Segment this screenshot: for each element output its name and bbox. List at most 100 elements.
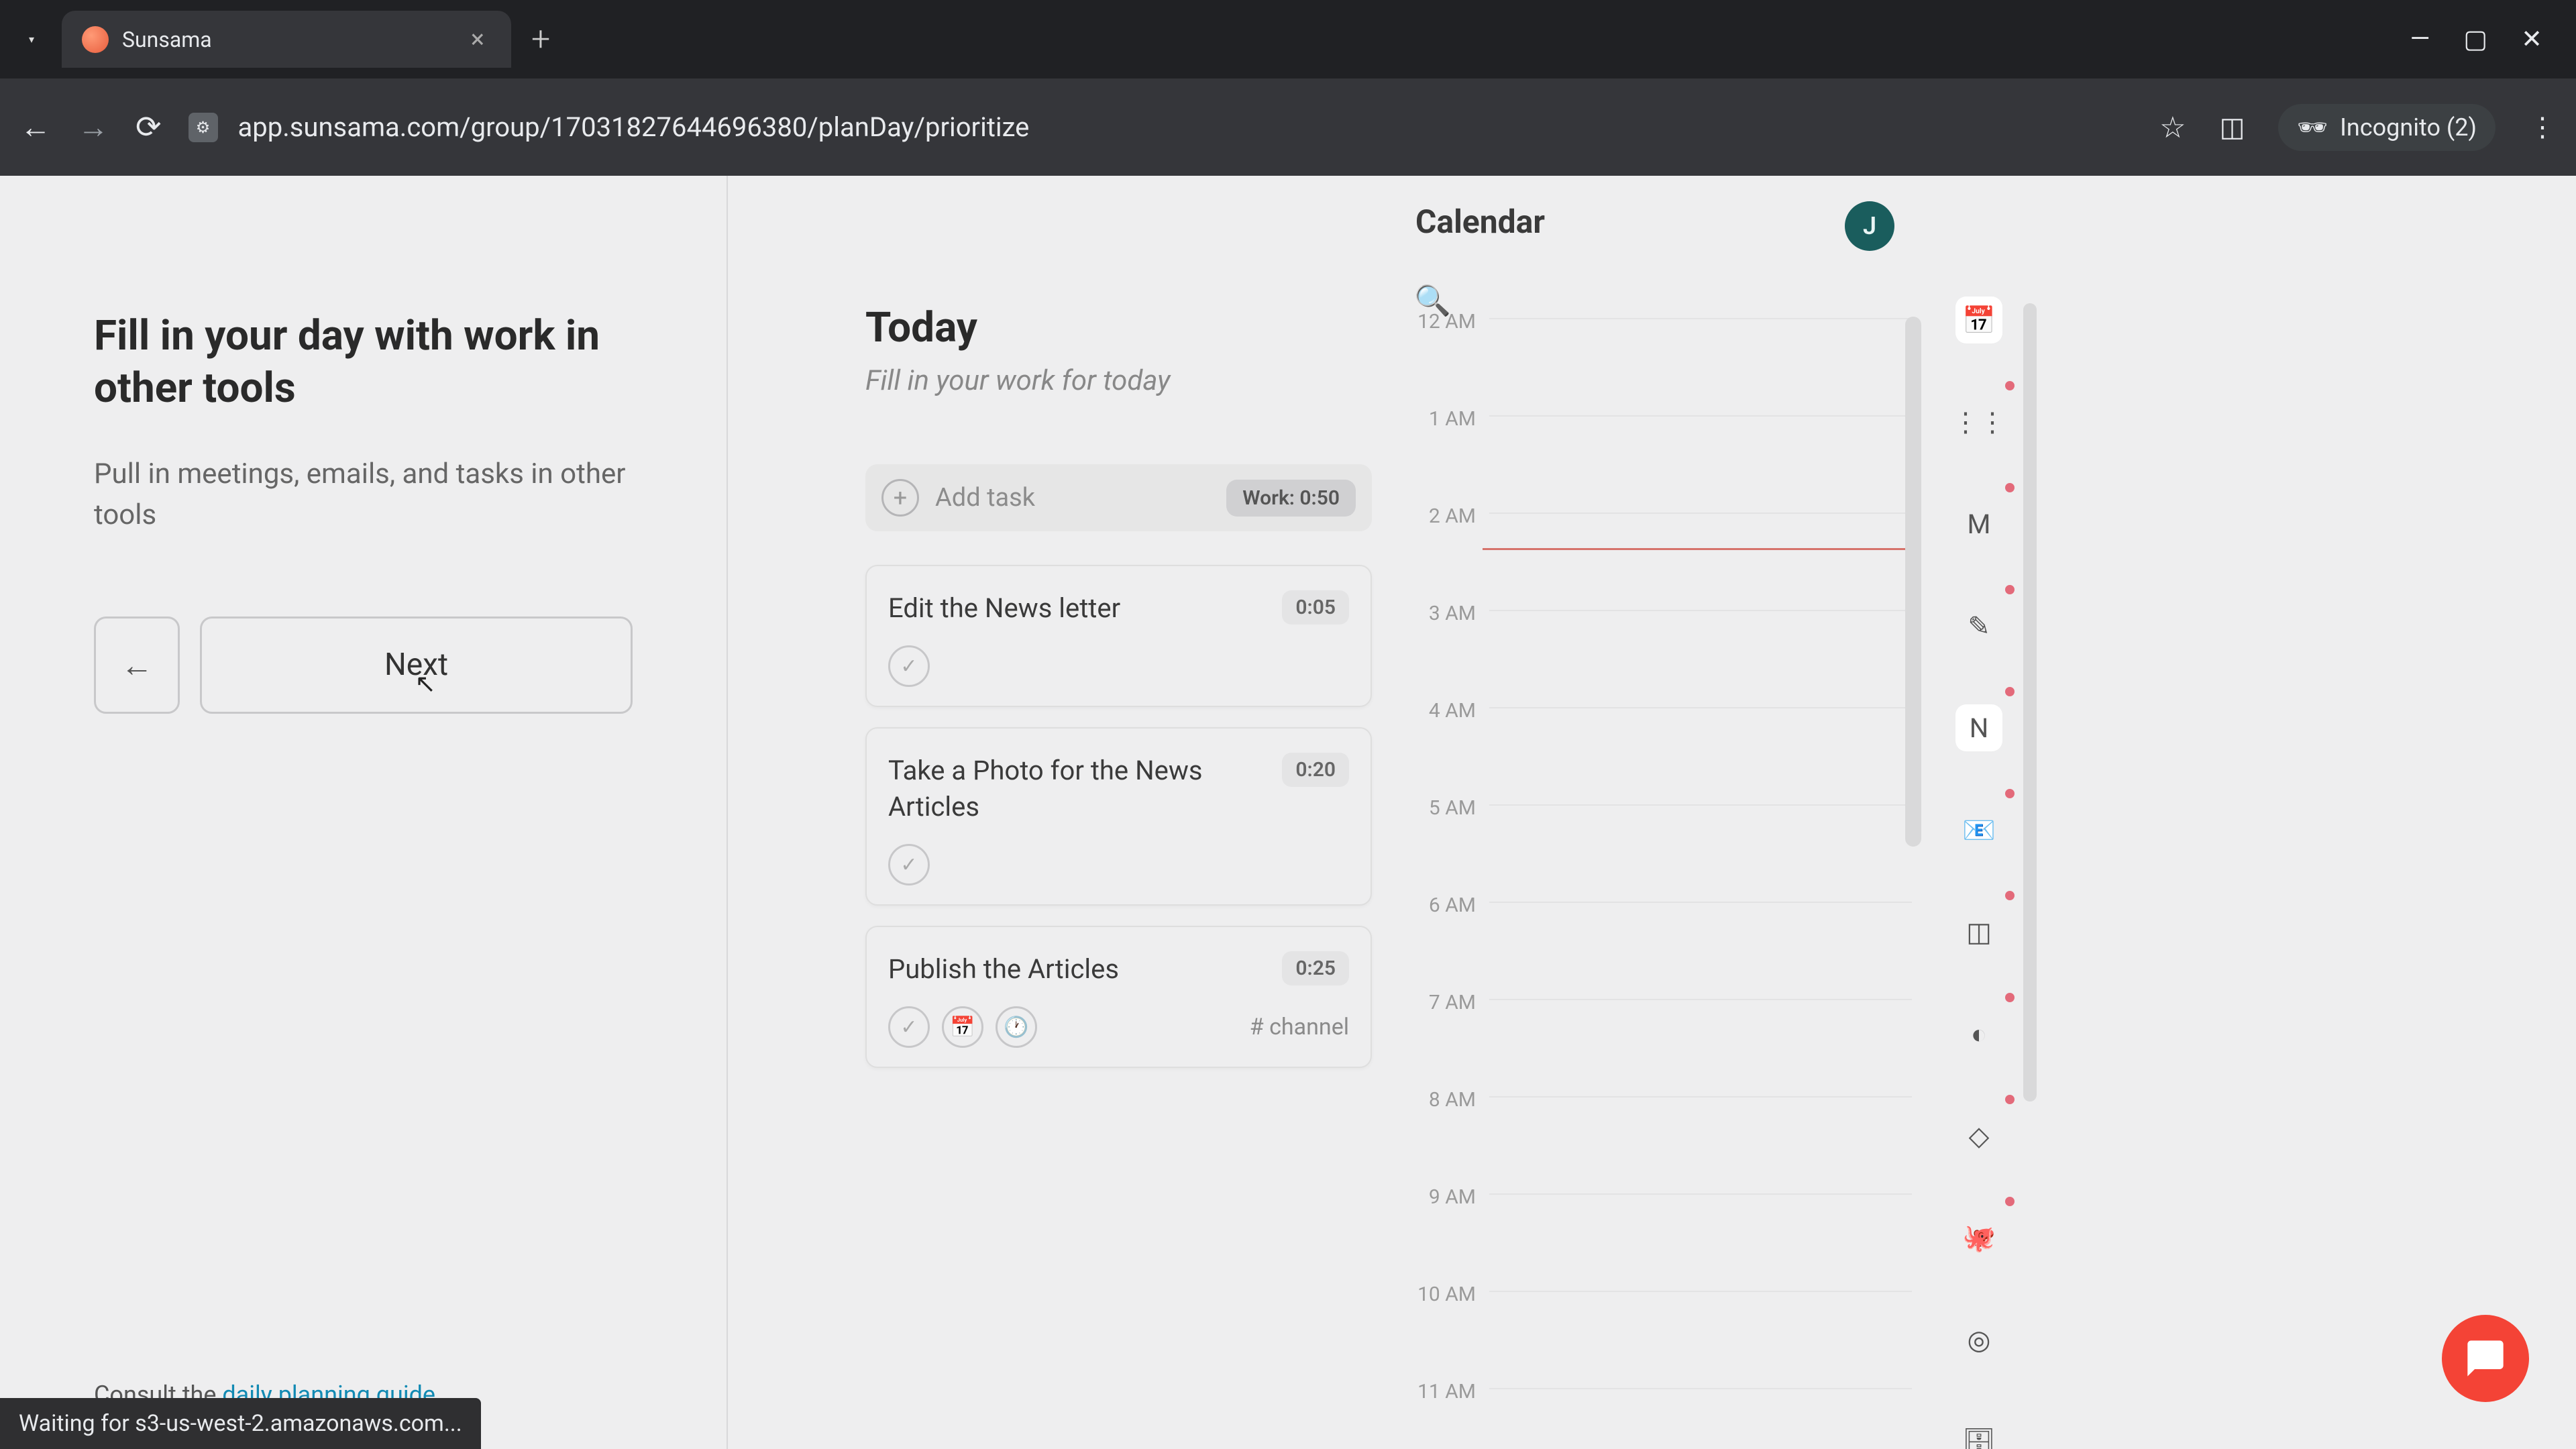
notification-dot [2005,483,2015,492]
hour-row[interactable]: 8 AM [1395,1088,1912,1185]
calendar-icon[interactable]: 📅 [942,1006,983,1048]
hour-label: 1 AM [1395,407,1476,431]
wizard-next-button[interactable]: Next ↖ [200,616,633,714]
hour-row[interactable]: 2 AM [1395,504,1912,602]
trello-button[interactable]: ◫ [1955,908,2002,955]
clickup-icon: ◇ [1955,1112,2002,1159]
hour-line [1489,902,1912,903]
hour-label: 7 AM [1395,991,1476,1014]
archive-button[interactable]: 🗄 [1955,1418,2002,1449]
rail-scrollbar[interactable] [2023,303,2037,1102]
work-total-badge: Work: 0:50 [1226,480,1356,517]
notification-dot [2005,1095,2015,1104]
calendar-title: Calendar [1415,203,1545,241]
task-card[interactable]: Publish the Articles0:25✓📅🕐# channel [865,926,1372,1068]
task-card[interactable]: Take a Photo for the News Articles0:20✓ [865,727,1372,906]
notification-dot [2005,381,2015,390]
back-icon[interactable]: ← [20,109,51,146]
hour-label: 9 AM [1395,1185,1476,1209]
incognito-chip[interactable]: 🕶 Incognito (2) [2278,104,2496,151]
github-button[interactable]: 🐙 [1955,1214,2002,1261]
google-calendar-button[interactable]: 📅 [1955,297,2002,343]
notion-button[interactable]: N [1955,704,2002,751]
new-tab-button[interactable]: + [531,20,550,59]
hour-row[interactable]: 7 AM [1395,991,1912,1088]
clock-icon[interactable]: 🕐 [996,1006,1037,1048]
target-button[interactable]: ◎ [1955,1316,2002,1363]
favicon-icon [82,26,109,53]
wizard-back-button[interactable]: ← [94,616,180,714]
chat-icon [2464,1337,2507,1380]
maximize-icon[interactable]: ▢ [2463,24,2487,54]
linear-icon: ◐ [1955,1010,2002,1057]
clickup-button[interactable]: ◇ [1955,1112,2002,1159]
hour-line [1489,999,1912,1000]
channel-tag[interactable]: # channel [1250,1014,1349,1040]
complete-check-icon[interactable]: ✓ [888,645,930,687]
complete-check-icon[interactable]: ✓ [888,844,930,885]
hour-line [1489,707,1912,708]
task-time-badge: 0:05 [1282,590,1349,625]
notification-dot [2005,993,2015,1002]
hour-row[interactable]: 1 AM [1395,407,1912,504]
calendar-scrollbar[interactable] [1905,317,1921,847]
url-area[interactable]: ⚙ app.sunsama.com/group/1703182764469638… [189,111,2133,143]
hour-row[interactable]: 3 AM [1395,602,1912,699]
support-chat-button[interactable] [2442,1315,2529,1402]
reload-icon[interactable]: ⟳ [136,109,162,146]
todoist-icon: ✎ [1955,602,2002,649]
outlook-button[interactable]: 📧 [1955,806,2002,853]
hour-row[interactable]: 11 AM [1395,1380,1912,1449]
notion-icon: N [1955,704,2002,751]
bookmark-star-icon[interactable]: ☆ [2159,110,2186,145]
asana-button[interactable]: ⋮⋮ [1955,398,2002,445]
hour-line [1489,1388,1912,1389]
app-body: Fill in your day with work in other tool… [0,176,2576,1449]
close-tab-icon[interactable]: × [471,25,484,54]
browser-menu-icon[interactable]: ⋮ [2529,111,2556,143]
notification-dot [2005,789,2015,798]
incognito-icon: 🕶 [2297,113,2328,142]
calendar-scrollbar-thumb[interactable] [1905,317,1921,847]
target-icon: ◎ [1955,1316,2002,1363]
browser-tab-strip: ▾ Sunsama × + — ▢ ✕ [0,0,2576,78]
user-avatar[interactable]: J [1845,201,1894,251]
archive-icon: 🗄 [1955,1418,2002,1449]
task-card[interactable]: Edit the News letter0:05✓ [865,565,1372,707]
task-title: Publish the Articles [888,951,1267,987]
minimize-icon[interactable]: — [2410,24,2430,54]
hour-label: 6 AM [1395,894,1476,917]
hour-label: 12 AM [1395,310,1476,333]
hour-label: 8 AM [1395,1088,1476,1112]
add-task-row[interactable]: + Add task Work: 0:50 [865,464,1372,531]
hour-row[interactable]: 9 AM [1395,1185,1912,1283]
gmail-button[interactable]: M [1955,500,2002,547]
address-bar: ← → ⟳ ⚙ app.sunsama.com/group/1703182764… [0,78,2576,176]
calendar-grid[interactable]: 12 AM 1 AM 2 AM3 AM4 AM 5 AM6 AM 7 AM 8 AM 9 A… [1395,310,1912,1449]
tabs-dropdown-icon[interactable]: ▾ [8,16,55,63]
hour-row[interactable]: 12 AM [1395,310,1912,407]
hour-label: 11 AM [1395,1380,1476,1403]
hour-row[interactable]: 5 AM [1395,796,1912,894]
todoist-button[interactable]: ✎ [1955,602,2002,649]
hour-row[interactable]: 10 AM [1395,1283,1912,1380]
hour-label: 4 AM [1395,699,1476,722]
complete-check-icon[interactable]: ✓ [888,1006,930,1048]
site-settings-icon[interactable]: ⚙ [189,113,218,142]
incognito-label: Incognito (2) [2340,113,2477,142]
cursor-icon: ↖ [415,669,436,699]
forward-icon[interactable]: → [78,109,109,146]
url-text: app.sunsama.com/group/17031827644696380/… [238,111,1030,143]
left-panel: Fill in your day with work in other tool… [0,176,728,1449]
close-window-icon[interactable]: ✕ [2521,24,2542,54]
add-task-label: Add task [935,483,1210,513]
nav-button-row: ← Next ↖ [94,616,633,714]
notification-dot [2005,687,2015,696]
hour-row[interactable]: 4 AM [1395,699,1912,796]
hour-row[interactable]: 6 AM [1395,894,1912,991]
linear-button[interactable]: ◐ [1955,1010,2002,1057]
browser-tab[interactable]: Sunsama × [62,11,511,68]
hour-line [1489,610,1912,611]
side-panel-icon[interactable]: ◫ [2220,111,2245,143]
window-controls: — ▢ ✕ [2410,24,2576,54]
